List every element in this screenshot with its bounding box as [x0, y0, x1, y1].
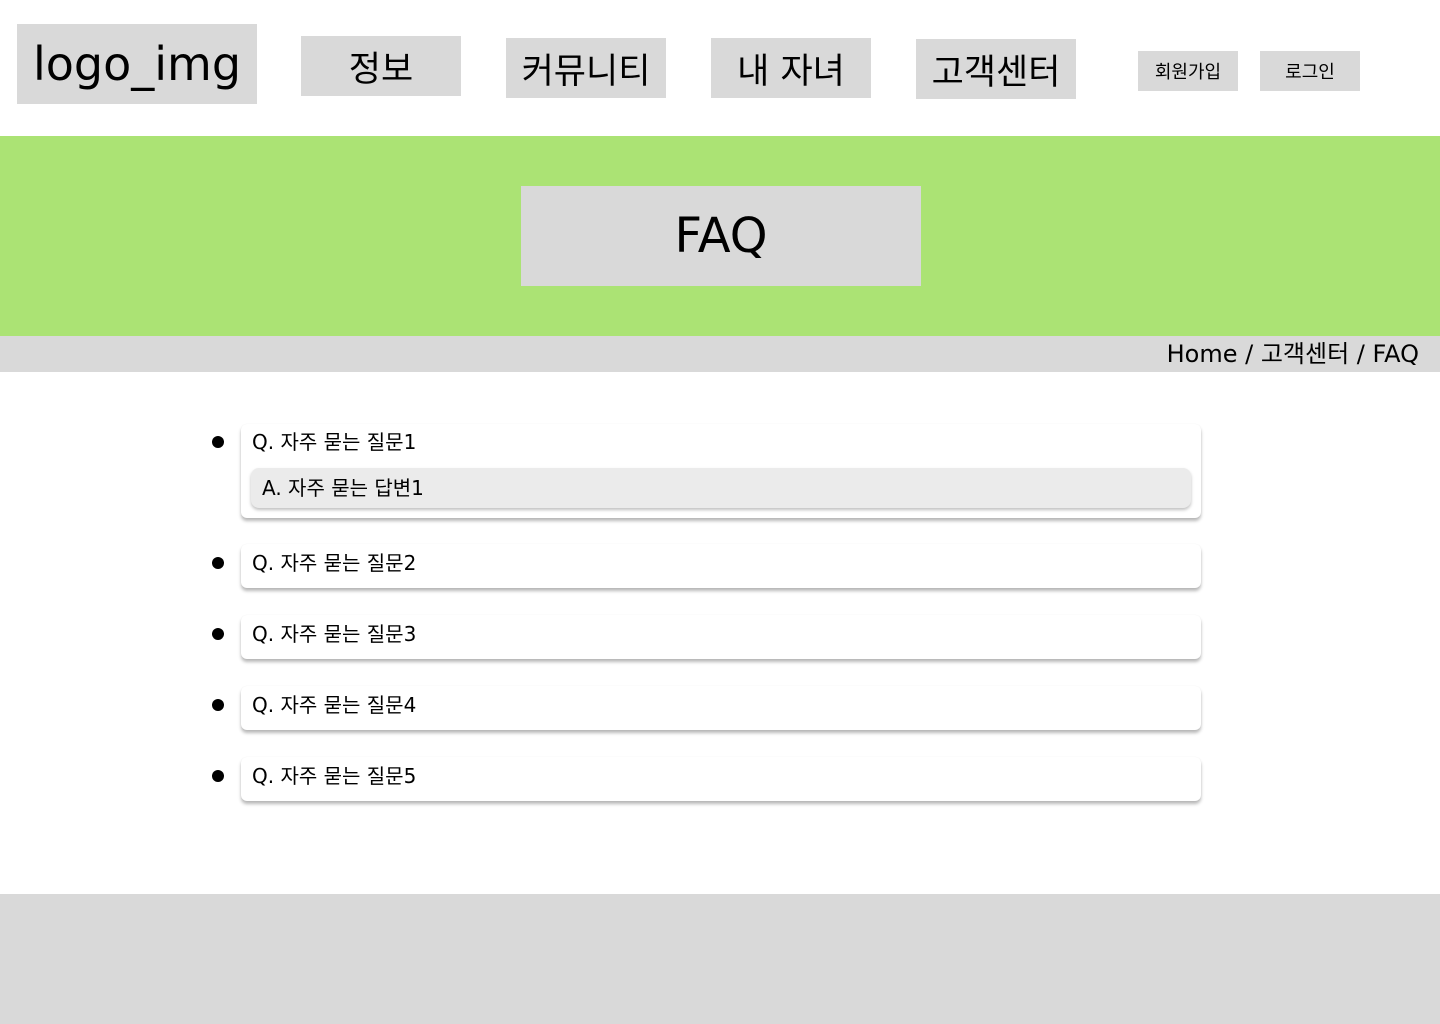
faq-question: Q. 자주 묻는 질문3 [252, 622, 417, 646]
breadcrumb-bar: Home / 고객센터 / FAQ [0, 336, 1440, 372]
login-button[interactable]: 로그인 [1260, 51, 1360, 91]
faq-answer: A. 자주 묻는 답변1 [251, 468, 1191, 508]
bullet-icon [212, 557, 224, 569]
nav-item-info[interactable]: 정보 [301, 36, 461, 96]
faq-question: Q. 자주 묻는 질문5 [252, 764, 417, 788]
hero-banner: FAQ [0, 136, 1440, 336]
page: logo_img 정보 커뮤니티 내 자녀 고객센터 회원가입 로그인 FAQ … [0, 0, 1440, 1024]
faq-item-5[interactable]: Q. 자주 묻는 질문5 [212, 757, 1201, 801]
faq-item-3[interactable]: Q. 자주 묻는 질문3 [212, 615, 1201, 659]
breadcrumb: Home / 고객센터 / FAQ [1166, 340, 1419, 368]
bullet-icon [212, 436, 224, 448]
nav-item-my-children[interactable]: 내 자녀 [711, 38, 871, 98]
signup-button[interactable]: 회원가입 [1138, 51, 1238, 91]
logo[interactable]: logo_img [17, 24, 257, 104]
nav-item-customer-center[interactable]: 고객센터 [916, 39, 1076, 99]
faq-item-2[interactable]: Q. 자주 묻는 질문2 [212, 544, 1201, 588]
bullet-icon [212, 628, 224, 640]
faq-question: Q. 자주 묻는 질문2 [252, 551, 417, 575]
nav-item-community[interactable]: 커뮤니티 [506, 38, 666, 98]
site-header: logo_img 정보 커뮤니티 내 자녀 고객센터 회원가입 로그인 [0, 0, 1440, 136]
bullet-icon [212, 699, 224, 711]
site-footer [0, 894, 1440, 1024]
faq-question: Q. 자주 묻는 질문1 [252, 430, 417, 454]
faq-question: Q. 자주 묻는 질문4 [252, 693, 417, 717]
page-title: FAQ [521, 186, 921, 286]
faq-item-1[interactable]: Q. 자주 묻는 질문1 A. 자주 묻는 답변1 [212, 424, 1201, 518]
bullet-icon [212, 770, 224, 782]
faq-item-4[interactable]: Q. 자주 묻는 질문4 [212, 686, 1201, 730]
